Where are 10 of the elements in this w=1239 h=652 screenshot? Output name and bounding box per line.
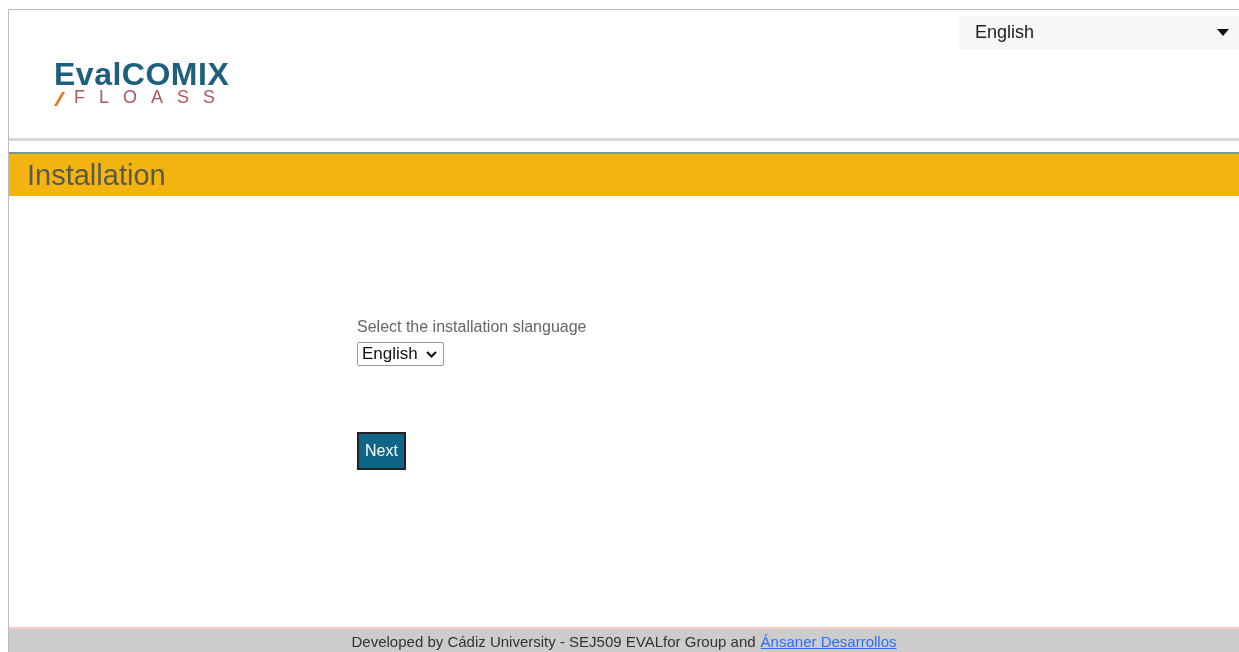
caret-icon bbox=[1217, 29, 1229, 36]
chevron-icon bbox=[425, 350, 437, 358]
page-title: Installation bbox=[27, 158, 166, 192]
language-menu[interactable]: English bbox=[959, 16, 1239, 49]
field-label: Select the installation slanguage bbox=[357, 318, 587, 336]
logo-subtitle: FLOASS bbox=[74, 88, 230, 106]
footer-text: Developed by Cádiz University - SEJ509 EVALfor Group and bbox=[351, 632, 756, 650]
language-select[interactable]: English bbox=[357, 342, 444, 366]
next-button[interactable]: Next bbox=[357, 432, 406, 470]
logo-wordmark: EvalCOMIX bbox=[54, 58, 230, 90]
